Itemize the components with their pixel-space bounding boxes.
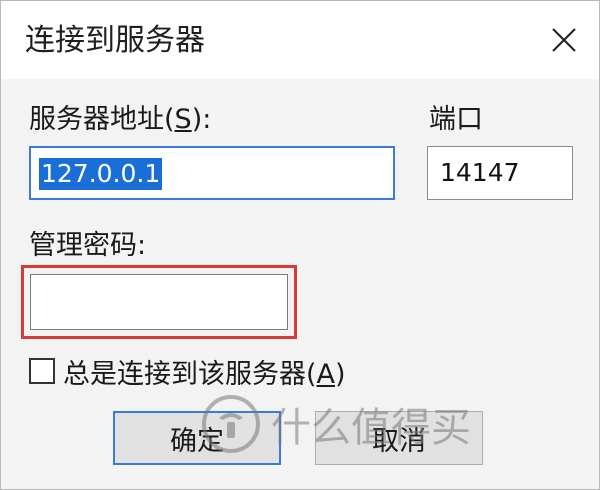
connect-dialog: 连接到服务器 服务器地址(S): 127.0.0.1 端口 14147 管理密码… (0, 0, 600, 490)
checkbox-icon[interactable] (29, 358, 55, 384)
admin-password-label: 管理密码: (29, 230, 147, 261)
always-connect-label: 总是连接到该服务器(A) (63, 358, 346, 390)
admin-password-input[interactable] (30, 274, 288, 330)
title-bar: 连接到服务器 (1, 1, 599, 79)
close-icon (552, 28, 576, 52)
port-value: 14147 (440, 158, 520, 187)
always-connect-mnemonic: A (316, 358, 336, 390)
close-button[interactable] (529, 1, 599, 79)
server-address-label-text: 服务器地址 (29, 104, 164, 135)
ok-button[interactable]: 确定 (113, 411, 281, 465)
port-label: 端口 (429, 104, 483, 135)
server-address-value: 127.0.0.1 (39, 158, 163, 190)
server-address-mnemonic: S (174, 104, 192, 135)
port-input[interactable]: 14147 (427, 146, 573, 200)
dialog-title: 连接到服务器 (25, 23, 205, 58)
cancel-button[interactable]: 取消 (315, 411, 483, 465)
always-connect-row[interactable]: 总是连接到该服务器(A) (29, 353, 346, 390)
server-address-label: 服务器地址(S): (29, 104, 212, 135)
always-connect-label-text: 总是连接到该服务器 (63, 358, 306, 390)
server-address-input[interactable]: 127.0.0.1 (29, 146, 395, 200)
